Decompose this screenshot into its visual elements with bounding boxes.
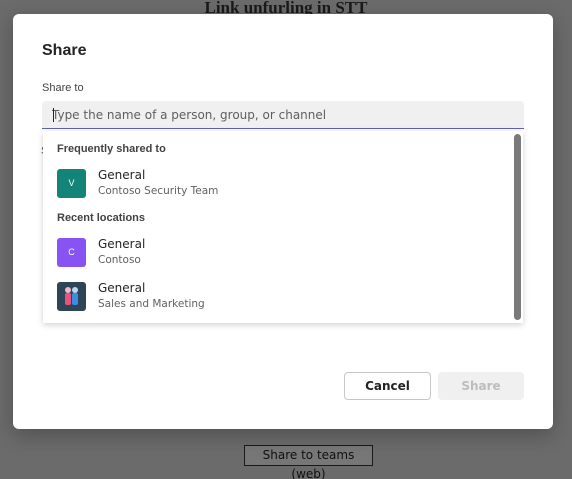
item-subtitle: Sales and Marketing bbox=[98, 298, 205, 310]
team-avatar: C bbox=[57, 238, 86, 267]
item-title: General bbox=[98, 281, 146, 295]
list-item[interactable]: C General Contoso bbox=[43, 233, 511, 273]
text-caret bbox=[53, 108, 54, 122]
cancel-button[interactable]: Cancel bbox=[344, 372, 431, 400]
frequent-header: Frequently shared to bbox=[57, 143, 166, 155]
list-item[interactable]: V General Contoso Security Team bbox=[43, 164, 511, 204]
share-to-label: Share to bbox=[42, 82, 84, 94]
item-subtitle: Contoso bbox=[98, 254, 141, 266]
suggestions-dropdown: Frequently shared to V General Contoso S… bbox=[43, 131, 523, 323]
share-to-teams-button[interactable]: Share to teams (web) bbox=[244, 445, 373, 479]
item-title: General bbox=[98, 237, 146, 251]
list-item[interactable]: General Sales and Marketing bbox=[43, 277, 511, 317]
share-to-field[interactable] bbox=[42, 101, 524, 129]
share-button[interactable]: Share bbox=[438, 372, 524, 400]
team-people-icon bbox=[57, 282, 86, 311]
dropdown-scrollbar[interactable] bbox=[514, 134, 521, 320]
recent-header: Recent locations bbox=[57, 212, 146, 224]
share-dialog: Share Share to S Frequently shared to V … bbox=[13, 14, 553, 429]
dialog-title: Share bbox=[42, 42, 87, 59]
team-avatar: V bbox=[57, 169, 86, 198]
share-to-input[interactable] bbox=[42, 101, 524, 128]
item-title: General bbox=[98, 168, 146, 182]
item-subtitle: Contoso Security Team bbox=[98, 185, 219, 197]
